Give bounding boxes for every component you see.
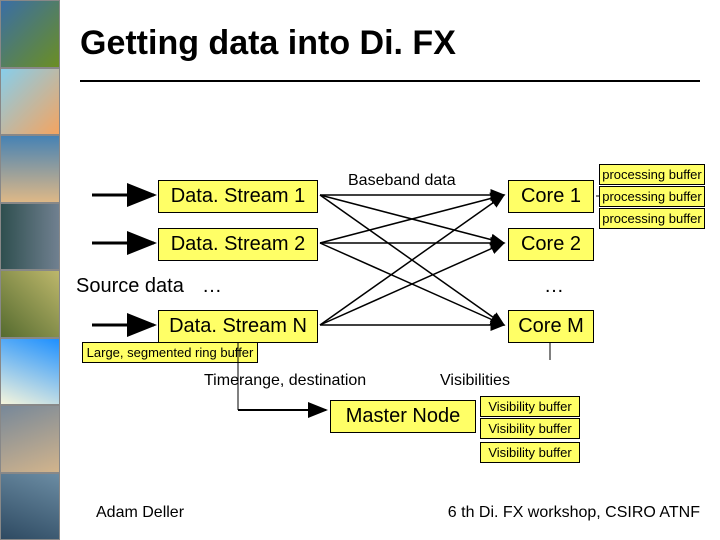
datastream-box: Data. Stream 1 <box>158 180 318 213</box>
source-data-label: Source data <box>76 275 184 298</box>
processing-buffer-box: processing buffer <box>599 164 705 185</box>
footer-event: 6 th Di. FX workshop, CSIRO ATNF <box>448 504 700 522</box>
processing-buffer-box: processing buffer <box>599 186 705 207</box>
ring-buffer-box: Large, segmented ring buffer <box>82 342 258 363</box>
thumbnail-image <box>0 270 60 338</box>
datastream-ellipsis: … <box>202 275 222 298</box>
thumbnail-image <box>0 135 60 203</box>
visibilities-label: Visibilities <box>440 372 510 390</box>
core-box: Core 2 <box>508 228 594 261</box>
datastream-box: Data. Stream 2 <box>158 228 318 261</box>
visibility-buffer-box: Visibility buffer <box>480 396 580 417</box>
thumbnail-image <box>0 473 60 540</box>
slide: Getting data into Di. FX Source data … D… <box>0 0 720 540</box>
thumbnail-image <box>0 338 60 406</box>
core-ellipsis: … <box>544 275 564 298</box>
processing-buffer-box: processing buffer <box>599 208 705 229</box>
visibility-buffer-box: Visibility buffer <box>480 442 580 463</box>
timerange-label: Timerange, destination <box>204 372 366 390</box>
baseband-label: Baseband data <box>348 172 456 190</box>
master-node-box: Master Node <box>330 400 476 433</box>
footer-author: Adam Deller <box>96 504 184 522</box>
thumbnail-image <box>0 0 60 68</box>
thumbnail-image <box>0 68 60 136</box>
datastream-box: Data. Stream N <box>158 310 318 343</box>
thumbnail-image <box>0 203 60 271</box>
slide-title: Getting data into Di. FX <box>80 24 456 63</box>
core-box: Core M <box>508 310 594 343</box>
thumbnail-strip <box>0 0 60 540</box>
thumbnail-image <box>0 405 60 473</box>
core-box: Core 1 <box>508 180 594 213</box>
visibility-buffer-box: Visibility buffer <box>480 418 580 439</box>
title-rule <box>80 80 700 82</box>
